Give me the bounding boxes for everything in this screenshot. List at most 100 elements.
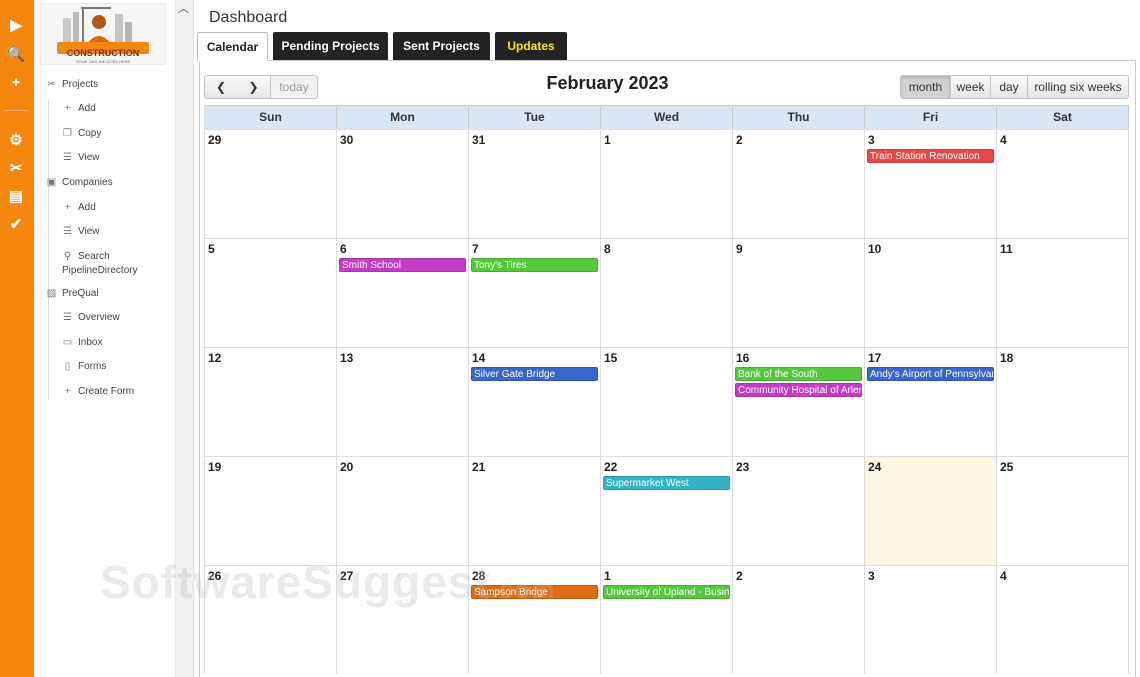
tab-updates[interactable]: Updates (495, 32, 567, 60)
day-cell[interactable]: 22 Supermarket West (601, 457, 733, 565)
day-cell[interactable]: 6 Smith School (337, 239, 469, 347)
day-number: 3 (868, 569, 875, 583)
prev-month-button[interactable]: ❮ (204, 75, 238, 99)
plus-icon[interactable]: + (6, 73, 26, 93)
nav-projects[interactable]: ✂ Projects (46, 78, 98, 91)
nav-prequal-create-form[interactable]: + Create Form (62, 385, 135, 398)
day-cell[interactable]: 1 (601, 130, 733, 238)
nav-companies-search-line2[interactable]: PipelineDirectory (62, 264, 138, 277)
view-month-button[interactable]: month (900, 75, 951, 99)
day-cell[interactable]: 21 (469, 457, 601, 565)
day-cell[interactable]: 8 (601, 239, 733, 347)
today-button[interactable]: today (271, 75, 318, 99)
clipboard-check-icon[interactable]: ✔ (6, 215, 26, 235)
contact-card-icon[interactable]: ▤ (6, 187, 26, 207)
search-icon[interactable]: 🔍 (6, 45, 26, 65)
calendar-event[interactable]: Tony's Tires (471, 258, 598, 272)
nav-label: Create Form (78, 386, 135, 397)
calendar-event[interactable]: Community Hospital of Arlen (735, 383, 862, 397)
calendar-event[interactable]: Bank of the South (735, 367, 862, 381)
nav-label: View (78, 226, 100, 237)
watermark-suffix: .com (490, 574, 556, 604)
day-cell[interactable]: 17 Andy's Airport of Pennsylvania (865, 348, 997, 456)
day-cell[interactable]: 3 Train Station Renovation (865, 130, 997, 238)
day-number: 18 (1000, 351, 1014, 365)
day-cell[interactable]: 12 (205, 348, 337, 456)
gears-icon[interactable]: ⚙ (6, 131, 26, 151)
day-number: 4 (1000, 133, 1007, 147)
calendar-event[interactable]: Silver Gate Bridge (471, 367, 598, 381)
day-cell[interactable]: 15 (601, 348, 733, 456)
day-cell[interactable]: 1 University of Upland - Business (601, 566, 733, 674)
day-cell[interactable]: 4 (997, 130, 1129, 238)
day-cell[interactable]: 11 (997, 239, 1129, 347)
chevron-left-icon: ❮ (215, 80, 227, 94)
day-cell[interactable]: 30 (337, 130, 469, 238)
nav-label: Add (78, 103, 96, 114)
collapse-sidebar-chevron-icon[interactable]: ︿ (178, 0, 190, 15)
calendar-event[interactable]: University of Upland - Business (603, 585, 730, 599)
day-cell[interactable]: 13 (337, 348, 469, 456)
day-cell[interactable]: 3 (865, 566, 997, 674)
view-week-button[interactable]: week (950, 75, 991, 99)
nav-companies-search[interactable]: ⚲ Search (62, 250, 110, 263)
day-cell[interactable]: 25 (997, 457, 1129, 565)
nav-prequal-overview[interactable]: ☰ Overview (62, 311, 120, 324)
company-logo: CONSTRUCTION YOUR TAGLINE GOES HERE (40, 3, 166, 65)
weekday-header-thu: Thu (733, 106, 865, 129)
copy-icon: ❐ (63, 128, 72, 139)
day-cell-today[interactable]: 24 (865, 457, 997, 565)
inbox-icon: ▭ (62, 337, 73, 348)
tab-sent-projects[interactable]: Sent Projects (393, 32, 490, 60)
page-title: Dashboard (209, 9, 288, 26)
day-cell[interactable]: 29 (205, 130, 337, 238)
nav-label: Overview (78, 312, 120, 323)
nav-companies-add[interactable]: + Add (62, 201, 96, 214)
contact-card-icon: ▣ (46, 177, 57, 188)
calendar-event[interactable]: Supermarket West (603, 476, 730, 490)
day-number: 10 (868, 242, 882, 256)
nav-companies[interactable]: ▣ Companies (46, 176, 113, 189)
day-cell[interactable]: 20 (337, 457, 469, 565)
day-cell[interactable]: 14 Silver Gate Bridge (469, 348, 601, 456)
day-cell[interactable]: 31 (469, 130, 601, 238)
tools-icon[interactable]: ✂ (6, 159, 26, 179)
day-cell[interactable]: 2 (733, 566, 865, 674)
day-cell[interactable]: 19 (205, 457, 337, 565)
calendar-event[interactable]: Andy's Airport of Pennsylvania (867, 367, 994, 381)
brand-icon[interactable]: ▶ (6, 16, 26, 36)
nav-prequal[interactable]: ▨ PreQual (46, 287, 99, 300)
day-number: 3 (868, 133, 875, 147)
day-number: 5 (208, 242, 215, 256)
day-cell[interactable]: 2 (733, 130, 865, 238)
view-rolling-six-weeks-button[interactable]: rolling six weeks (1027, 75, 1129, 99)
nav-projects-view[interactable]: ☰ View (62, 151, 99, 164)
nav-prequal-forms[interactable]: ▯ Forms (62, 360, 107, 373)
day-number: 24 (868, 460, 882, 474)
day-cell[interactable]: 16 Bank of the South Community Hospital of… (733, 348, 865, 456)
view-day-button[interactable]: day (990, 75, 1028, 99)
calendar-event[interactable]: Train Station Renovation (867, 149, 994, 163)
nav-prequal-inbox[interactable]: ▭ Inbox (62, 336, 103, 349)
day-cell[interactable]: 5 (205, 239, 337, 347)
nav-projects-label: Projects (62, 79, 99, 90)
document-icon: ▯ (64, 361, 71, 372)
day-cell[interactable]: 7 Tony's Tires (469, 239, 601, 347)
day-cell[interactable]: 10 (865, 239, 997, 347)
next-month-button[interactable]: ❯ (237, 75, 271, 99)
nav-projects-copy[interactable]: ❐ Copy (62, 127, 101, 140)
day-cell[interactable]: 9 (733, 239, 865, 347)
tab-pending-projects[interactable]: Pending Projects (273, 32, 388, 60)
week-row: 5 6 Smith School 7 Tony's Tires 8 9 10 11 (205, 238, 1129, 347)
calendar-event[interactable]: Smith School (339, 258, 466, 272)
day-cell[interactable]: 18 (997, 348, 1129, 456)
week-row: 12 13 14 Silver Gate Bridge 15 16 Bank of the … (205, 347, 1129, 456)
nav-companies-view[interactable]: ☰ View (62, 225, 100, 238)
search-icon: ⚲ (63, 251, 72, 262)
nav-projects-add[interactable]: + Add (62, 102, 96, 115)
day-cell[interactable]: 23 (733, 457, 865, 565)
tab-calendar[interactable]: Calendar (197, 32, 268, 61)
day-cell[interactable]: 4 (997, 566, 1129, 674)
nav-label: PipelineDirectory (62, 265, 138, 276)
day-number: 1 (604, 569, 611, 583)
